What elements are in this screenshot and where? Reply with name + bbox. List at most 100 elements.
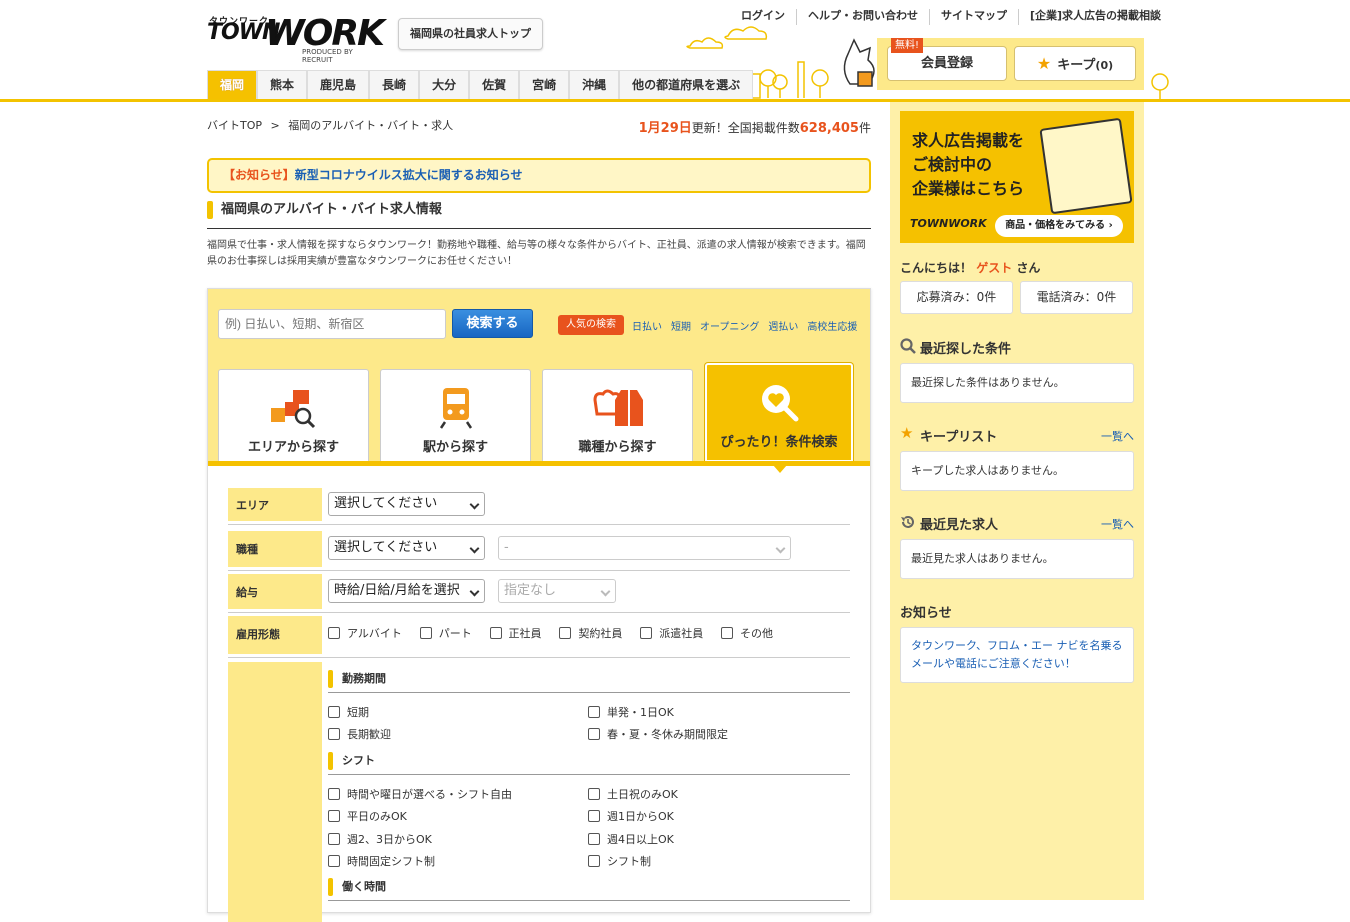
ad-title: 求人広告掲載を ご検討中の 企業様はこちら	[912, 131, 1025, 198]
pay-row: 給与 時給/日給/月給を選択 指定なし	[228, 571, 850, 613]
shift-1day-checkbox[interactable]: 週1日からOK	[588, 808, 674, 824]
emp-contract-checkbox[interactable]: 契約社員	[559, 625, 622, 641]
search-header: 検索する 人気の検索 日払い 短期 オープニング 週払い 高校生応援 エリアから…	[208, 289, 870, 462]
prefecture-nav: 福岡 熊本 鹿児島 長崎 大分 佐賀 宮崎 沖縄 他の都道府県を選ぶ	[207, 70, 754, 99]
breadcrumb-top-link[interactable]: バイトTOP	[207, 119, 262, 132]
nav-tab-kagoshima[interactable]: 鹿児島	[307, 70, 370, 99]
heart-search-icon	[762, 385, 799, 422]
shift-free-checkbox[interactable]: 時間や曜日が選べる・シフト自由	[328, 786, 512, 802]
update-info: 1月29日更新！全国掲載件数628,405件	[639, 117, 871, 136]
recent-search-box: 最近探した条件はありません。	[900, 363, 1134, 403]
keep-count: (0)	[1095, 59, 1114, 72]
keep-list-heading: ★ キープリスト 一覧へ	[900, 424, 1134, 445]
star-icon: ★	[1036, 54, 1052, 73]
nav-tab-okinawa[interactable]: 沖縄	[569, 70, 620, 99]
news-link[interactable]: タウンワーク、フロム・エー ナビを名乗るメールや電話にご注意ください！	[911, 639, 1123, 670]
shift-weekday-checkbox[interactable]: 平日のみOK	[328, 808, 407, 824]
popular-link-weekly-pay[interactable]: 週払い	[768, 318, 798, 333]
listing-count: 628,405	[799, 121, 859, 136]
guest-name: ゲスト	[976, 261, 1013, 275]
nav-tab-oita[interactable]: 大分	[419, 70, 470, 99]
ad-cta-button[interactable]: 商品・価格をみてみる ›	[995, 215, 1123, 237]
period-oneday-checkbox[interactable]: 単発・1日OK	[588, 704, 674, 720]
tab-station-label: 駅から探す	[422, 440, 488, 455]
emp-other-checkbox[interactable]: その他	[721, 625, 773, 641]
popular-link-opening[interactable]: オープニング	[700, 318, 759, 333]
tab-search-station[interactable]: 駅から探す	[380, 369, 531, 462]
popular-searches: 人気の検索 日払い 短期 オープニング 週払い 高校生応援	[558, 315, 866, 335]
emp-dispatch-checkbox[interactable]: 派遣社員	[640, 625, 703, 641]
employment-options: アルバイト パート 正社員 契約社員 派遣社員 その他	[328, 625, 787, 642]
area-label: エリア	[228, 488, 322, 521]
period-short-checkbox[interactable]: 短期	[328, 704, 369, 720]
active-tab-arrow	[773, 465, 787, 473]
section-title: 福岡県のアルバイト・バイト求人情報	[207, 200, 871, 229]
update-text: 更新！全国掲載件数	[691, 121, 800, 135]
popular-link-highschool[interactable]: 高校生応援	[807, 318, 857, 333]
job-label: 職種	[228, 531, 322, 567]
shift-rotating-checkbox[interactable]: シフト制	[588, 853, 651, 869]
nav-tab-miyazaki[interactable]: 宮崎	[519, 70, 570, 99]
breadcrumb: バイトTOP > 福岡のアルバイト・バイト・求人	[207, 117, 453, 133]
shift-weekend-checkbox[interactable]: 土日祝のみOK	[588, 786, 678, 802]
shift-fixed-checkbox[interactable]: 時間固定シフト制	[328, 853, 435, 869]
search-button[interactable]: 検索する	[452, 309, 533, 338]
emp-fulltime-checkbox[interactable]: 正社員	[489, 625, 542, 641]
history-icon	[901, 516, 914, 528]
job-row: 職種 選択してください -	[228, 528, 850, 571]
member-box: 無料! 会員登録 ★ キープ(0)	[877, 38, 1144, 90]
keep-button[interactable]: ★ キープ(0)	[1014, 46, 1136, 81]
sidebar: 求人広告掲載を ご検討中の 企業様はこちら TOWNWORK 商品・価格をみてみ…	[890, 102, 1144, 900]
greeting: こんにちは！ ゲスト さん	[900, 261, 1041, 275]
employment-row: 雇用形態 アルバイト パート 正社員 契約社員 派遣社員 その他	[228, 613, 850, 658]
recent-view-heading: 最近見た求人 一覧へ	[900, 514, 1134, 533]
recent-view-link[interactable]: 一覧へ	[1101, 516, 1134, 532]
job-sub-select[interactable]: -	[498, 536, 791, 560]
search-panel: 検索する 人気の検索 日払い 短期 オープニング 週払い 高校生応援 エリアから…	[207, 288, 871, 922]
detail-label-cell	[228, 662, 322, 922]
area-select[interactable]: 選択してください	[328, 492, 485, 516]
popular-link-short-term[interactable]: 短期	[671, 318, 691, 333]
applied-count[interactable]: 応募済み：0件	[900, 281, 1013, 314]
listing-unit: 件	[858, 121, 871, 135]
map-search-icon	[270, 390, 315, 429]
emp-arbeit-checkbox[interactable]: アルバイト	[328, 625, 402, 641]
keep-list-box: キープした求人はありません。	[900, 451, 1134, 491]
tab-search-area[interactable]: エリアから探す	[218, 369, 369, 462]
nav-tab-kumamoto[interactable]: 熊本	[257, 70, 308, 99]
popular-link-daily-pay[interactable]: 日払い	[632, 318, 662, 333]
period-heading: 勤務期間	[328, 670, 850, 693]
shift-2-3days-checkbox[interactable]: 週2、3日からOK	[328, 831, 432, 847]
breadcrumb-separator: >	[270, 119, 280, 132]
pay-type-select[interactable]: 時給/日給/月給を選択	[328, 579, 485, 603]
tab-area-label: エリアから探す	[247, 440, 339, 455]
intro-text: 福岡県で仕事・求人情報を探すならタウンワーク！勤務地や職種、給与等の様々な条件か…	[207, 240, 866, 267]
ad-brand: TOWNWORK	[910, 217, 987, 230]
called-count[interactable]: 電話済み：0件	[1020, 281, 1133, 314]
tab-search-job[interactable]: 職種から探す	[542, 369, 693, 462]
employee-top-button[interactable]: 福岡県の社員求人トップ	[398, 18, 543, 50]
nav-tab-nagasaki[interactable]: 長崎	[369, 70, 420, 99]
employment-label: 雇用形態	[228, 616, 322, 654]
nav-tab-fukuoka[interactable]: 福岡	[207, 70, 258, 99]
keyword-search-input[interactable]	[218, 309, 446, 339]
news-box: タウンワーク、フロム・エー ナビを名乗るメールや電話にご注意ください！	[900, 627, 1134, 683]
period-long-checkbox[interactable]: 長期歓迎	[328, 726, 391, 742]
keep-list-link[interactable]: 一覧へ	[1101, 428, 1134, 444]
pay-amount-select[interactable]: 指定なし	[498, 579, 616, 603]
nav-tab-other[interactable]: 他の都道府県を選ぶ	[619, 70, 754, 99]
news-heading: お知らせ	[900, 606, 952, 621]
employer-ad-banner[interactable]: 求人広告掲載を ご検討中の 企業様はこちら TOWNWORK 商品・価格をみてみ…	[900, 111, 1134, 243]
job-select[interactable]: 選択してください	[328, 536, 485, 560]
notice-label: 【お知らせ】	[223, 168, 295, 182]
breadcrumb-current: 福岡のアルバイト・バイト・求人	[288, 119, 454, 132]
shift-4days-checkbox[interactable]: 週4日以上OK	[588, 831, 674, 847]
period-holiday-checkbox[interactable]: 春・夏・冬休み期間限定	[588, 726, 728, 742]
emp-part-checkbox[interactable]: パート	[419, 625, 472, 641]
nav-tab-saga[interactable]: 佐賀	[469, 70, 520, 99]
notice-banner: 【お知らせ】新型コロナウイルス拡大に関するお知らせ	[207, 158, 871, 193]
update-date: 1月29日	[638, 121, 692, 136]
townwork-logo[interactable]: タウンワーク TOWN WORK PRODUCED BY RECRUIT	[207, 13, 385, 64]
tab-search-condition[interactable]: ぴったり！条件検索	[705, 363, 853, 462]
notice-link[interactable]: 新型コロナウイルス拡大に関するお知らせ	[295, 168, 523, 182]
